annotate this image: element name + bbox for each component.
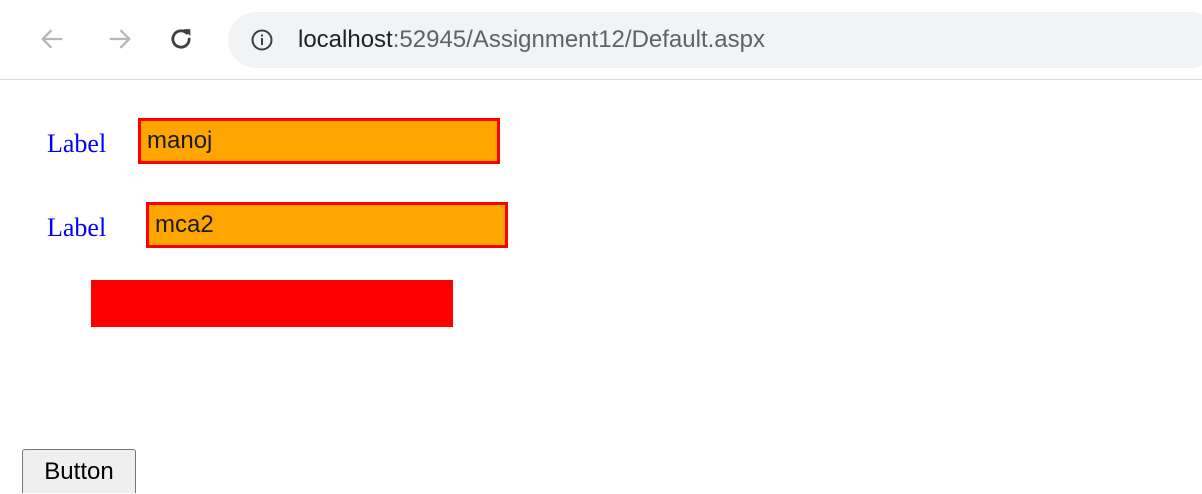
back-arrow-icon[interactable]	[32, 19, 72, 59]
submit-button[interactable]: Button	[22, 449, 136, 493]
name-textbox[interactable]	[138, 118, 500, 164]
class-textbox[interactable]	[146, 202, 508, 248]
label-1: Label	[47, 129, 107, 158]
address-bar[interactable]: localhost:52945/Assignment12/Default.asp…	[228, 12, 1202, 68]
forward-arrow-icon[interactable]	[100, 19, 140, 59]
reload-icon[interactable]	[161, 19, 201, 59]
url-host: localhost	[298, 26, 393, 53]
url-text[interactable]: localhost:52945/Assignment12/Default.asp…	[298, 26, 765, 54]
browser-toolbar: localhost:52945/Assignment12/Default.asp…	[0, 0, 1202, 80]
label-2: Label	[47, 213, 107, 242]
red-panel	[91, 280, 453, 327]
info-icon[interactable]	[250, 28, 274, 52]
url-path: :52945/Assignment12/Default.aspx	[392, 26, 765, 53]
